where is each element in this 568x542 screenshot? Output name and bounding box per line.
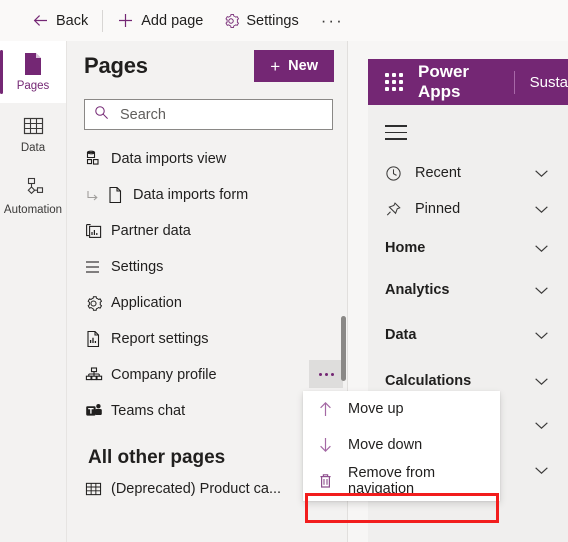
chevron-down-icon[interactable]	[531, 331, 551, 340]
context-menu-item-move-down[interactable]: Move down	[303, 427, 500, 463]
list-item-label: Report settings	[111, 331, 209, 347]
preview-nav-label: Analytics	[385, 282, 450, 298]
list-item-label: Application	[111, 295, 182, 311]
teams-icon	[85, 403, 111, 419]
preview-nav-home[interactable]: Home	[368, 230, 568, 266]
org-chart-icon	[85, 367, 111, 383]
powerapps-header: Power Apps Susta	[368, 59, 568, 105]
left-rail: Pages Data Automation	[0, 41, 67, 542]
list-item-report-settings[interactable]: Report settings	[67, 321, 347, 357]
trash-icon	[317, 473, 334, 489]
preview-nav-label: Recent	[415, 165, 461, 181]
search-input[interactable]	[118, 105, 323, 124]
preview-nav-label: Pinned	[415, 201, 461, 217]
settings-button[interactable]: Settings	[213, 0, 308, 41]
list-group-icon	[85, 260, 111, 274]
preview-nav-data[interactable]: Data	[368, 317, 568, 353]
context-menu-item-remove-from-navigation[interactable]: Remove from navigation	[303, 463, 500, 499]
list-item-application[interactable]: Application	[67, 285, 347, 321]
list-item-company-profile[interactable]: Company profile	[67, 357, 347, 393]
pin-icon	[385, 201, 415, 218]
chevron-down-icon[interactable]	[531, 205, 551, 214]
add-page-button[interactable]: Add page	[107, 0, 213, 41]
waffle-icon[interactable]	[385, 73, 403, 91]
clock-icon	[385, 165, 415, 182]
list-group-label: Settings	[111, 259, 164, 275]
list-item-partner-data[interactable]: Partner data	[67, 213, 347, 249]
entity-view-icon	[85, 150, 111, 168]
child-indent-icon	[85, 188, 107, 203]
dot	[324, 372, 328, 376]
list-item-overflow-button[interactable]	[309, 360, 343, 388]
search-box[interactable]	[84, 99, 333, 130]
chevron-down-icon[interactable]	[531, 244, 551, 253]
context-menu-item-move-up[interactable]: Move up	[303, 391, 500, 427]
add-page-label: Add page	[141, 12, 204, 29]
command-bar: Back Add page Settings ···	[0, 0, 568, 42]
preview-nav-label: Home	[385, 240, 426, 256]
preview-nav-pinned[interactable]: Pinned	[368, 191, 568, 227]
chevron-down-icon[interactable]	[531, 169, 551, 178]
preview-nav-recent[interactable]: Recent	[368, 155, 568, 191]
report-icon	[85, 330, 111, 348]
app-root: Back Add page Settings ··· Pages Data Au…	[0, 0, 568, 542]
list-item-label: Partner data	[111, 223, 191, 239]
back-button[interactable]: Back	[22, 0, 98, 41]
list-item-data-imports-form[interactable]: Data imports form	[67, 177, 347, 213]
rail-item-pages[interactable]: Pages	[0, 41, 66, 103]
form-icon	[107, 186, 133, 204]
header-separator	[513, 70, 515, 94]
command-bar-separator	[102, 9, 104, 32]
arrow-left-icon	[32, 12, 49, 29]
rail-label-data: Data	[20, 141, 46, 154]
environment-name: Susta	[529, 73, 568, 91]
list-item-label: Teams chat	[111, 403, 186, 419]
powerapps-title: Power Apps	[418, 62, 470, 101]
table-icon	[85, 481, 111, 497]
dot	[318, 372, 322, 376]
arrow-up-icon	[317, 401, 334, 417]
table-icon	[23, 114, 44, 138]
list-group-settings[interactable]: Settings	[67, 249, 347, 285]
new-page-button[interactable]: + New	[254, 50, 334, 82]
chevron-down-icon[interactable]	[531, 466, 551, 475]
plus-icon	[117, 12, 134, 29]
preview-nav-label: Calculations	[385, 373, 472, 389]
flow-icon	[21, 176, 45, 200]
preview-nav-analytics[interactable]: Analytics	[368, 272, 568, 308]
context-menu-item-label: Move up	[348, 401, 404, 417]
gear-icon	[223, 13, 240, 29]
list-item-label: Data imports view	[111, 151, 227, 167]
context-menu-item-label: Move down	[348, 437, 423, 453]
rail-label-pages: Pages	[16, 79, 50, 92]
page-icon	[22, 52, 44, 76]
settings-label: Settings	[246, 12, 299, 29]
gear-icon	[85, 295, 111, 312]
pages-header: Pages + New	[67, 41, 347, 91]
preview-nav-label: Data	[385, 327, 417, 343]
scrollbar-thumb[interactable]	[341, 316, 346, 381]
arrow-down-icon	[317, 437, 334, 453]
list-item-label: Data imports form	[133, 187, 249, 203]
search-icon	[94, 105, 109, 125]
list-item-data-imports-view[interactable]: Data imports view	[67, 141, 347, 177]
dashboard-icon	[85, 223, 111, 240]
dot	[330, 372, 334, 376]
chevron-down-icon[interactable]	[531, 377, 551, 386]
page-title: Pages	[84, 53, 148, 78]
chevron-down-icon[interactable]	[531, 286, 551, 295]
new-page-label: New	[288, 58, 318, 74]
context-menu: Move up Move down Remove from navigation	[303, 391, 500, 501]
back-label: Back	[56, 12, 89, 29]
rail-item-automation[interactable]: Automation	[0, 165, 66, 227]
plus-icon: +	[270, 56, 281, 76]
list-item-label: (Deprecated) Product ca...	[111, 481, 282, 497]
context-menu-item-label: Remove from navigation	[348, 465, 436, 497]
command-bar-overflow-button[interactable]: ···	[309, 0, 356, 41]
rail-item-data[interactable]: Data	[0, 103, 66, 165]
chevron-down-icon[interactable]	[531, 421, 551, 430]
rail-label-automation: Automation	[3, 203, 63, 216]
hamburger-icon[interactable]	[385, 125, 407, 140]
list-item-label: Company profile	[111, 367, 217, 383]
